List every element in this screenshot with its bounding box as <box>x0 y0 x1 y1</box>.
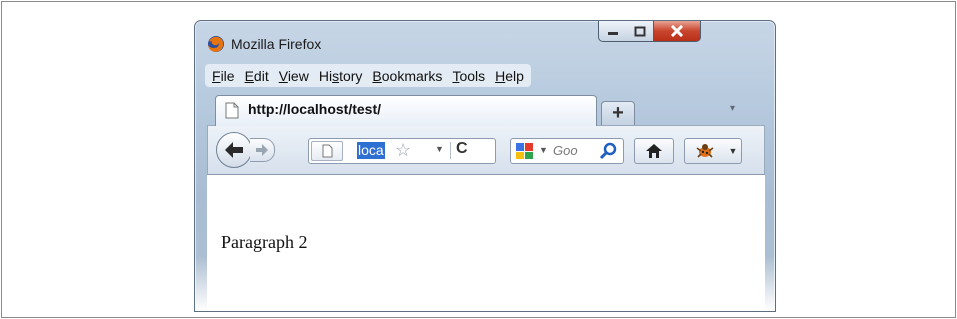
back-button[interactable] <box>216 132 252 168</box>
menu-tools[interactable]: Tools <box>447 68 490 84</box>
close-button[interactable] <box>654 21 701 42</box>
addon-button[interactable] <box>684 138 726 164</box>
history-dropdown-icon[interactable]: ▼ <box>435 144 444 154</box>
page-content: Paragraph 2 <box>207 174 765 311</box>
tab-title: http://localhost/test/ <box>248 101 381 117</box>
new-tab-button[interactable]: + <box>601 101 635 125</box>
home-icon <box>646 144 662 158</box>
search-input[interactable]: Goo <box>553 143 595 158</box>
search-box[interactable]: ▼ Goo <box>510 138 624 164</box>
page-icon <box>322 144 332 158</box>
site-identity-button[interactable] <box>311 141 343 161</box>
navigation-toolbar: loca ☆ ▼ C ▼ Goo ▼ <box>207 125 765 175</box>
address-bar-separator <box>450 142 451 159</box>
forward-arrow-icon <box>256 144 268 156</box>
paragraph-text: Paragraph 2 <box>221 232 308 252</box>
window-title: Mozilla Firefox <box>231 36 322 52</box>
close-icon <box>670 25 684 37</box>
page-icon <box>225 102 239 119</box>
screenshot-frame: Mozilla Firefox File Edit View History B… <box>1 1 956 318</box>
url-selected-text[interactable]: loca <box>357 142 385 159</box>
firefox-icon <box>208 36 224 52</box>
reload-icon[interactable]: C <box>456 140 468 158</box>
menu-edit[interactable]: Edit <box>240 68 274 84</box>
menu-history[interactable]: History <box>314 68 368 84</box>
maximize-button[interactable] <box>626 21 654 42</box>
menu-bookmarks[interactable]: Bookmarks <box>367 68 447 84</box>
menu-bar: File Edit View History Bookmarks Tools H… <box>205 64 531 87</box>
home-button[interactable] <box>634 138 674 164</box>
addon-icon <box>696 144 714 158</box>
forward-button[interactable] <box>250 138 275 162</box>
back-arrow-icon <box>225 142 243 158</box>
google-icon <box>516 143 533 159</box>
tab-list-chevron-icon[interactable]: ▾ <box>730 103 735 114</box>
menu-file[interactable]: File <box>207 68 240 84</box>
star-icon[interactable]: ☆ <box>395 140 411 161</box>
magnifier-icon[interactable] <box>599 141 619 161</box>
search-engine-dropdown-icon[interactable]: ▼ <box>539 145 548 155</box>
address-bar[interactable]: loca ☆ ▼ C <box>308 138 496 164</box>
menu-view[interactable]: View <box>274 68 314 84</box>
addon-dropdown-button[interactable]: ▼ <box>725 138 742 164</box>
menu-help[interactable]: Help <box>490 68 529 84</box>
minimize-icon <box>607 32 618 35</box>
browser-window: Mozilla Firefox File Edit View History B… <box>194 20 776 312</box>
maximize-icon <box>634 26 645 36</box>
minimize-button[interactable] <box>598 21 627 42</box>
tab-active[interactable]: http://localhost/test/ <box>215 95 597 126</box>
